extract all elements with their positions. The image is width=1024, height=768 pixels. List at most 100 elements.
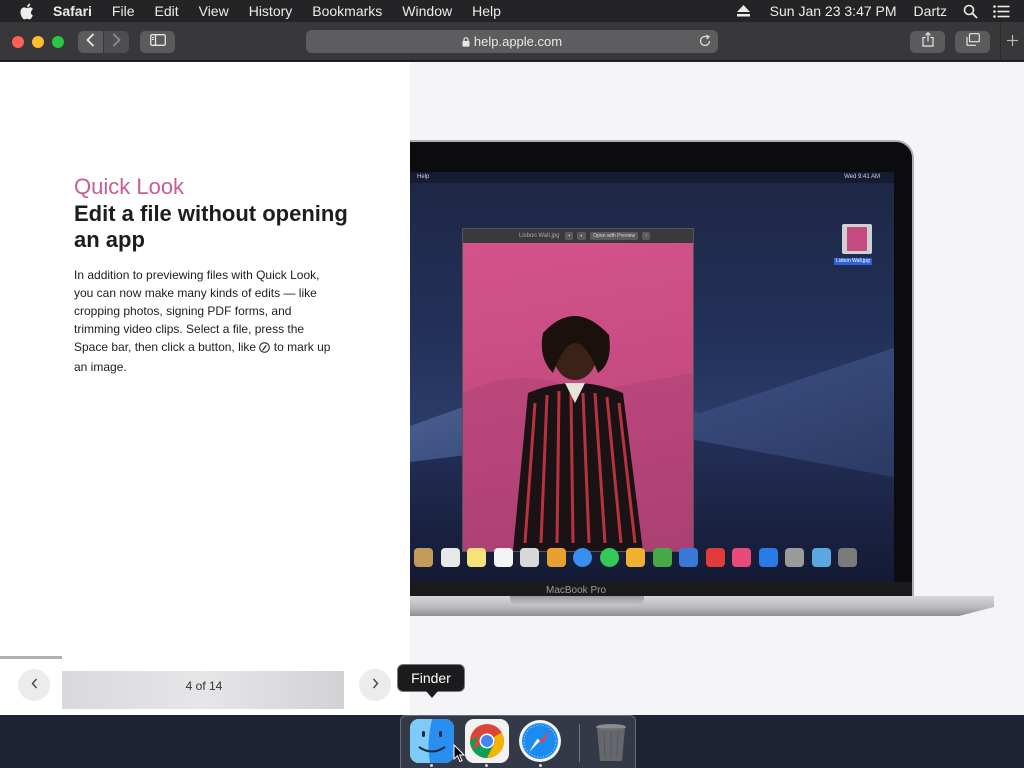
quicklook-titlebar: Lisbon Wall.jpg ▪ ◐ Open with Preview ↑	[463, 229, 693, 243]
dock-running-indicator	[430, 764, 433, 767]
portrait-photo	[463, 243, 693, 551]
mini-dock-app-icon	[599, 547, 619, 567]
share-icon: ↑	[641, 232, 651, 240]
dock-separator	[579, 724, 580, 762]
mini-dock-app-icon	[758, 547, 778, 567]
laptop-notch	[510, 596, 644, 606]
lock-icon: ▪	[565, 232, 574, 240]
dock-running-indicator	[539, 764, 542, 767]
dock-trash[interactable]	[588, 718, 634, 764]
dock-chrome[interactable]	[464, 718, 510, 764]
macbook-illustration: Help Wed 9:41 AM Lisbon Wall.jpg ▪ ◐ Ope…	[410, 140, 1024, 640]
browser-toolbar: help.apple.com	[0, 22, 1024, 61]
tabs-overview-button[interactable]	[955, 31, 990, 53]
tabs-overview-icon	[965, 33, 980, 51]
chevron-right-icon	[372, 676, 379, 694]
menu-view[interactable]: View	[199, 0, 229, 22]
quicklook-open-button: Open with Preview	[590, 232, 638, 240]
progress-bar	[0, 656, 62, 659]
menu-file[interactable]: File	[112, 0, 135, 22]
mini-dock-app-icon	[811, 547, 831, 567]
slide-counter-label: 4 of 14	[185, 679, 223, 693]
navigation-buttons	[78, 31, 129, 53]
apple-icon[interactable]	[19, 0, 37, 22]
sidebar-toggle-button[interactable]	[140, 31, 175, 53]
eject-icon[interactable]	[736, 5, 750, 17]
mini-dock-app-icon	[467, 547, 486, 567]
mini-dock-app-icon	[440, 547, 460, 567]
back-button[interactable]	[78, 31, 103, 53]
desktop-file-label: Lisbon Wall.jpg	[834, 258, 872, 265]
lock-icon	[462, 36, 470, 47]
back-icon	[86, 32, 95, 52]
mini-dock-app-icon	[679, 547, 698, 567]
spotlight-icon[interactable]	[963, 4, 978, 19]
minimize-window-button[interactable]	[32, 36, 44, 48]
zoom-window-button[interactable]	[52, 36, 64, 48]
safari-icon	[519, 720, 561, 762]
share-button[interactable]	[910, 31, 945, 53]
menu-bar: Safari File Edit View History Bookmarks …	[0, 0, 1024, 22]
sidebar-icon	[149, 33, 166, 51]
menu-edit[interactable]: Edit	[154, 0, 178, 22]
chevron-left-icon	[31, 676, 38, 694]
menubar-user-name[interactable]: Dartz	[914, 3, 947, 19]
desktop-file-thumbnail	[842, 224, 872, 254]
mini-dock-app-icon	[838, 547, 857, 567]
markup-icon: ◐	[577, 232, 587, 240]
menu-help[interactable]: Help	[472, 0, 501, 22]
mini-dock-app-icon	[652, 547, 672, 567]
dock-running-indicator	[485, 764, 488, 767]
next-slide-button[interactable]	[359, 669, 391, 701]
menu-app-safari[interactable]: Safari	[53, 0, 92, 22]
reload-icon[interactable]	[698, 34, 712, 51]
chrome-icon	[465, 719, 509, 763]
dock-safari[interactable]	[517, 718, 563, 764]
mini-dock-app-icon	[493, 547, 513, 567]
mini-dock-app-icon	[705, 547, 725, 567]
quicklook-filename: Lisbon Wall.jpg	[519, 233, 560, 239]
mini-menu-bar: Help Wed 9:41 AM	[410, 172, 894, 183]
mini-dock-app-icon	[626, 547, 645, 567]
address-bar-url: help.apple.com	[473, 34, 563, 49]
slide-counter: 4 of 14	[62, 671, 344, 709]
mini-menu-clock: Wed 9:41 AM	[844, 174, 880, 180]
finder-icon	[410, 719, 454, 763]
laptop-screen: Help Wed 9:41 AM Lisbon Wall.jpg ▪ ◐ Ope…	[410, 172, 894, 582]
dock	[400, 715, 636, 768]
dock-finder[interactable]	[409, 718, 455, 764]
laptop-lid: Help Wed 9:41 AM Lisbon Wall.jpg ▪ ◐ Ope…	[410, 140, 914, 600]
menu-bookmarks[interactable]: Bookmarks	[312, 0, 382, 22]
previous-slide-button[interactable]	[18, 669, 50, 701]
article-pane: Quick Look Edit a file without opening a…	[0, 62, 410, 715]
new-tab-button[interactable]	[1000, 22, 1024, 61]
mouse-cursor-icon	[453, 743, 466, 768]
dock-tooltip: Finder	[397, 664, 465, 698]
address-bar[interactable]: help.apple.com	[306, 30, 718, 53]
mini-dock-app-icon	[785, 547, 804, 567]
new-tab-icon	[1007, 33, 1018, 51]
mini-dock-app-icon	[573, 547, 592, 567]
article-kicker: Quick Look	[74, 174, 185, 199]
article-headline: Edit a file without opening an app	[74, 201, 348, 252]
mini-dock-app-icon	[546, 547, 566, 567]
article-body: In addition to previewing files with Qui…	[74, 266, 336, 376]
laptop-base	[410, 596, 994, 616]
forward-button[interactable]	[104, 31, 129, 53]
mini-dock	[414, 544, 870, 570]
notification-center-icon[interactable]	[993, 4, 1010, 18]
markup-icon	[259, 340, 271, 358]
mini-dock-app-icon	[414, 547, 433, 567]
share-icon	[921, 31, 934, 52]
close-window-button[interactable]	[12, 36, 24, 48]
menu-window[interactable]: Window	[402, 0, 452, 22]
mini-dock-app-icon	[732, 547, 751, 567]
quicklook-window: Lisbon Wall.jpg ▪ ◐ Open with Preview ↑	[462, 228, 694, 552]
mini-menu-help: Help	[417, 174, 430, 180]
mini-dock-app-icon	[520, 547, 539, 567]
web-page: Quick Look Edit a file without opening a…	[0, 62, 1024, 715]
menu-history[interactable]: History	[249, 0, 293, 22]
forward-icon	[112, 32, 121, 52]
trash-icon	[596, 724, 626, 761]
menubar-clock[interactable]: Sun Jan 23 3:47 PM	[770, 3, 897, 19]
